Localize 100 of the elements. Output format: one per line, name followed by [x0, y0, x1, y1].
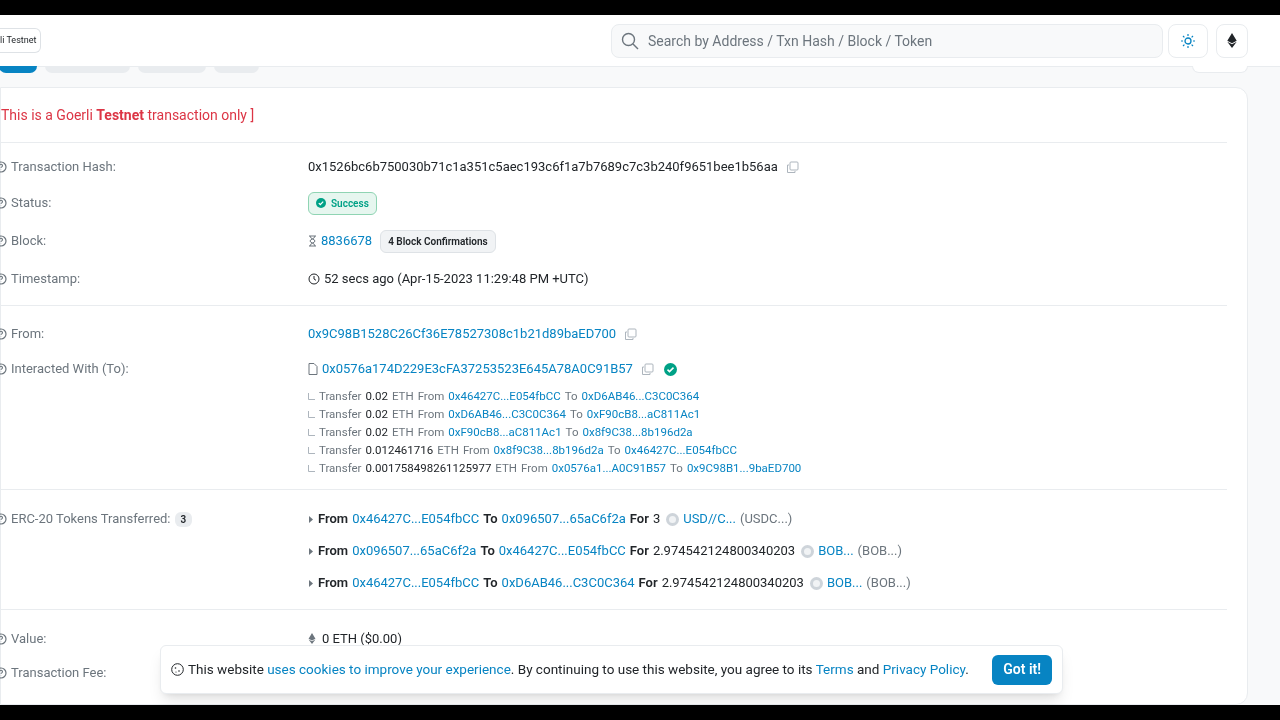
- text-label: (BOB...): [866, 574, 911, 593]
- document-icon: [308, 363, 318, 375]
- amount-text: 0.02: [365, 424, 388, 441]
- text-label: Transfer: [319, 406, 362, 423]
- address-link[interactable]: 0x0576a1...A0C91B57: [551, 459, 667, 477]
- network-button[interactable]: [1216, 23, 1248, 58]
- address-link[interactable]: 0xF90cB8...aC811Ac1: [586, 405, 701, 423]
- text-label: (USDC...): [739, 510, 793, 529]
- field-label: Transaction Fee:: [11, 664, 107, 683]
- ethereum-icon: [1227, 33, 1237, 48]
- text-label: From: [318, 510, 349, 529]
- timestamp-value: 52 secs ago (Apr-15-2023 11:29:48 PM +UTC): [324, 270, 589, 289]
- theme-toggle-button[interactable]: [1168, 23, 1208, 58]
- text-label: To: [483, 574, 498, 593]
- field-label: From:: [11, 325, 45, 344]
- address-link[interactable]: 0xD6AB46...C3C0C364: [501, 573, 635, 593]
- text-label: ETH: [391, 406, 414, 423]
- address-link[interactable]: 0x096507...65aC6f2a: [501, 509, 626, 529]
- text-label: From: [462, 442, 490, 459]
- confirmations-badge: 4 Block Confirmations: [380, 229, 496, 253]
- network-chip[interactable]: li Testnet: [0, 28, 42, 53]
- token-icon: [666, 512, 680, 526]
- amount-text: 3: [652, 510, 661, 529]
- caret-icon[interactable]: [308, 579, 314, 587]
- amount-text: 0.012461716: [365, 442, 434, 459]
- address-link[interactable]: 0x0576a174D229E3cFA37253523E645A78A0C91B57: [322, 359, 633, 379]
- field-label: Interacted With (To):: [11, 360, 129, 379]
- value-text: 0 ETH ($0.00): [322, 629, 402, 648]
- field-label: Value:: [11, 629, 47, 648]
- field-label: Timestamp:: [11, 270, 81, 289]
- token-link[interactable]: BOB...: [818, 541, 854, 561]
- text-label: For: [629, 510, 649, 529]
- text-label: ETH: [437, 442, 459, 459]
- cookie-icon: [171, 663, 184, 676]
- copy-icon[interactable]: [624, 327, 638, 341]
- text-label: ETH: [495, 460, 518, 477]
- text-label: Transfer: [319, 442, 362, 459]
- check-circle-icon: [316, 198, 326, 208]
- text-label: ETH: [391, 424, 414, 441]
- status-badge: Success: [308, 191, 377, 215]
- amount-text: 0.001758498261125977: [365, 460, 492, 477]
- text-label: To: [565, 424, 579, 441]
- search-field[interactable]: Search by Address / Txn Hash / Block / Token: [611, 23, 1163, 58]
- field-label: Status:: [11, 194, 52, 213]
- address-link[interactable]: 0x9C98B1...9baED700: [686, 459, 802, 477]
- amount-text: 2.974542124800340203: [652, 542, 796, 561]
- token-link[interactable]: USD//C...: [683, 509, 736, 529]
- text-label: To: [564, 388, 578, 405]
- count-badge: 3: [174, 511, 193, 527]
- caret-icon[interactable]: [308, 515, 314, 523]
- amount-text: 2.974542124800340203: [661, 574, 804, 593]
- privacy-policy-link[interactable]: Privacy Policy: [882, 661, 966, 678]
- address-link[interactable]: 0xD6AB46...C3C0C364: [581, 387, 700, 405]
- address-link[interactable]: 0x46427C...E054fbCC: [352, 573, 480, 593]
- text-label: From: [417, 424, 445, 441]
- cookie-notice: This website uses cookies to improve your experience. By continuing to use this website, you agree to its Terms and Privacy Policy.: [188, 660, 969, 680]
- address-link[interactable]: 0x46427C...E054fbCC: [624, 441, 737, 459]
- address-link[interactable]: 0x46427C...E054fbCC: [448, 387, 561, 405]
- sun-icon: [1181, 33, 1195, 48]
- address-link[interactable]: 0xD6AB46...C3C0C364: [448, 405, 566, 423]
- field-label: Block:: [11, 232, 47, 251]
- tree-branch-icon: [308, 428, 315, 436]
- text-label: Transfer: [319, 424, 362, 441]
- address-link[interactable]: 0xF90cB8...aC811Ac1: [448, 423, 562, 441]
- accept-cookies-button[interactable]: Got it!: [992, 654, 1052, 685]
- text-label: To: [670, 460, 683, 477]
- text-label: Transfer: [319, 388, 362, 405]
- text-label: To: [569, 406, 583, 423]
- tree-branch-icon: [308, 410, 315, 418]
- address-link[interactable]: 0x9C98B1528C26Cf36E78527308c1b21d89baED700: [308, 324, 617, 344]
- text-label: For: [629, 542, 649, 561]
- tree-branch-icon: [308, 446, 315, 454]
- testnet-warning-text: This is a Goerli Testnet transaction only ]: [1, 105, 255, 125]
- amount-text: 0.02: [365, 406, 388, 423]
- text-label: To: [607, 442, 621, 459]
- text-label: From: [318, 542, 349, 561]
- hash-value: 0x1526bc6b750030b71c1a351c5aec193c6f1a7b7689c7c3b240f9651bee1b56aa: [308, 158, 778, 177]
- copy-icon[interactable]: [640, 362, 654, 376]
- block-link[interactable]: 8836678: [321, 231, 373, 251]
- text-label: For: [638, 574, 658, 593]
- terms-link[interactable]: Terms: [815, 661, 854, 678]
- text-label: To: [483, 510, 498, 529]
- clock-icon: [308, 273, 320, 285]
- address-link[interactable]: 0x46427C...E054fbCC: [352, 509, 480, 529]
- search-icon: [621, 31, 639, 50]
- token-icon: [801, 544, 815, 558]
- address-link[interactable]: 0x8f9C38...8b196d2a: [582, 423, 693, 441]
- cookie-policy-link[interactable]: uses cookies to improve your experience: [267, 661, 511, 678]
- address-link[interactable]: 0x096507...65aC6f2a: [352, 541, 477, 561]
- token-link[interactable]: BOB...: [826, 573, 863, 593]
- text-label: From: [318, 574, 349, 593]
- tab-pill[interactable]: [0, 66, 37, 73]
- caret-icon[interactable]: [308, 547, 314, 555]
- address-link[interactable]: 0x8f9C38...8b196d2a: [493, 441, 604, 459]
- text-label: Transfer: [319, 460, 362, 477]
- text-label: From: [417, 406, 445, 423]
- copy-icon[interactable]: [785, 160, 799, 174]
- address-link[interactable]: 0x46427C...E054fbCC: [498, 541, 626, 561]
- text-label: To: [480, 542, 495, 561]
- tree-branch-icon: [308, 392, 315, 400]
